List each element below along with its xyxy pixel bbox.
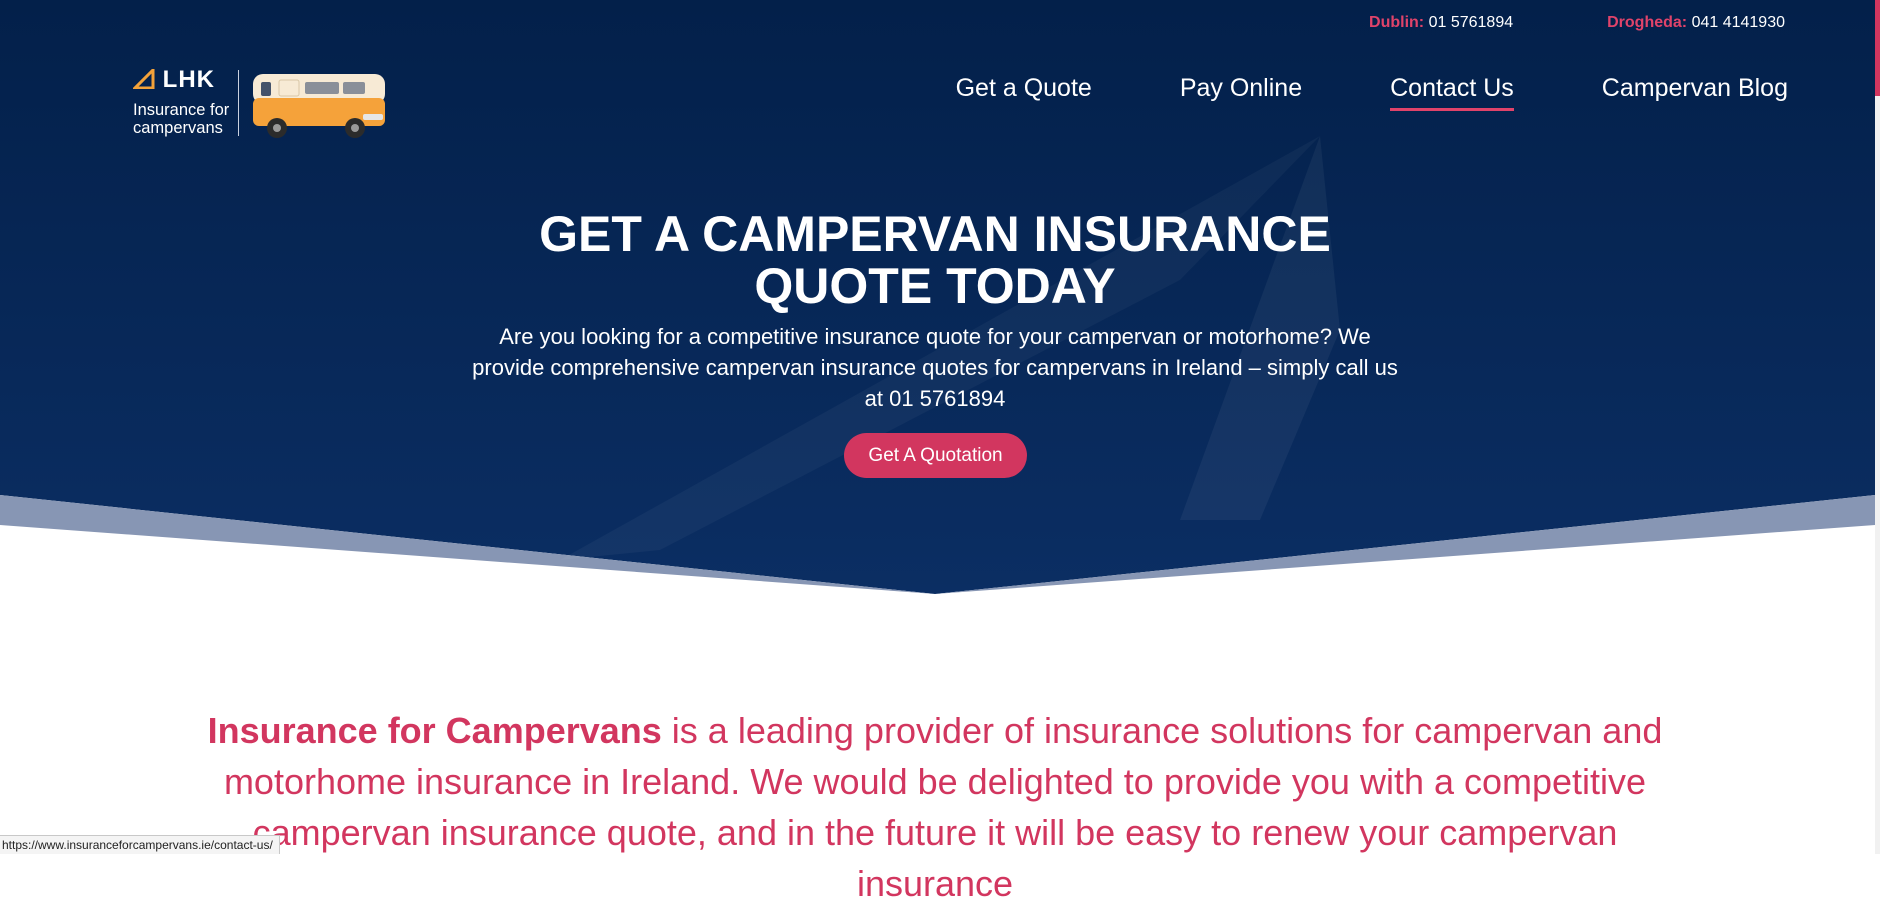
drogheda-label: Drogheda: bbox=[1607, 14, 1688, 31]
dublin-phone[interactable]: 01 5761894 bbox=[1429, 14, 1514, 31]
intro-brand: Insurance for Campervans bbox=[207, 710, 662, 751]
hero-title-text: GET A CAMPERVAN INSURANCE QUOTE TODAY bbox=[539, 206, 1331, 314]
logo-tagline: Insurance for campervans bbox=[133, 101, 229, 137]
drogheda-contact[interactable]: Drogheda: 041 4141930 bbox=[1607, 14, 1785, 34]
logo-brand-text: LHK bbox=[162, 66, 215, 93]
site-logo[interactable]: LHK Insurance for campervans bbox=[131, 66, 393, 140]
dublin-label: Dublin: bbox=[1369, 14, 1425, 31]
nav-get-a-quote[interactable]: Get a Quote bbox=[956, 74, 1092, 111]
drogheda-phone[interactable]: 041 4141930 bbox=[1692, 14, 1785, 31]
nav-campervan-blog[interactable]: Campervan Blog bbox=[1602, 74, 1788, 111]
logo-divider bbox=[238, 70, 239, 136]
browser-status-url: https://www.insuranceforcampervans.ie/co… bbox=[0, 835, 280, 854]
campervan-icon bbox=[253, 74, 385, 138]
main-nav: Get a Quote Pay Online Contact Us Camper… bbox=[956, 74, 1788, 111]
hero-subtitle: Are you looking for a competitive insura… bbox=[0, 321, 1870, 414]
logo-tagline-line1: Insurance for bbox=[133, 101, 230, 119]
hero-subtitle-text: Are you looking for a competitive insura… bbox=[472, 324, 1398, 411]
hero-title: GET A CAMPERVAN INSURANCE QUOTE TODAY bbox=[0, 208, 1870, 312]
intro-paragraph: Insurance for Campervans is a leading pr… bbox=[185, 705, 1685, 909]
hero-section: Dublin: 01 5761894 Drogheda: 041 4141930… bbox=[0, 0, 1875, 600]
contact-topbar: Dublin: 01 5761894 Drogheda: 041 4141930 bbox=[1369, 14, 1785, 34]
nav-contact-us[interactable]: Contact Us bbox=[1390, 74, 1514, 111]
page-scrollbar[interactable] bbox=[1875, 0, 1880, 854]
scrollbar-thumb[interactable] bbox=[1875, 0, 1880, 96]
get-a-quotation-button[interactable]: Get A Quotation bbox=[844, 433, 1027, 478]
logo-brand: LHK bbox=[131, 66, 215, 94]
intro-section: Insurance for Campervans is a leading pr… bbox=[0, 705, 1870, 909]
nav-pay-online[interactable]: Pay Online bbox=[1180, 74, 1302, 111]
logo-triangle-icon bbox=[131, 66, 155, 90]
logo-tagline-line2: campervans bbox=[133, 119, 223, 137]
dublin-contact[interactable]: Dublin: 01 5761894 bbox=[1369, 14, 1513, 34]
